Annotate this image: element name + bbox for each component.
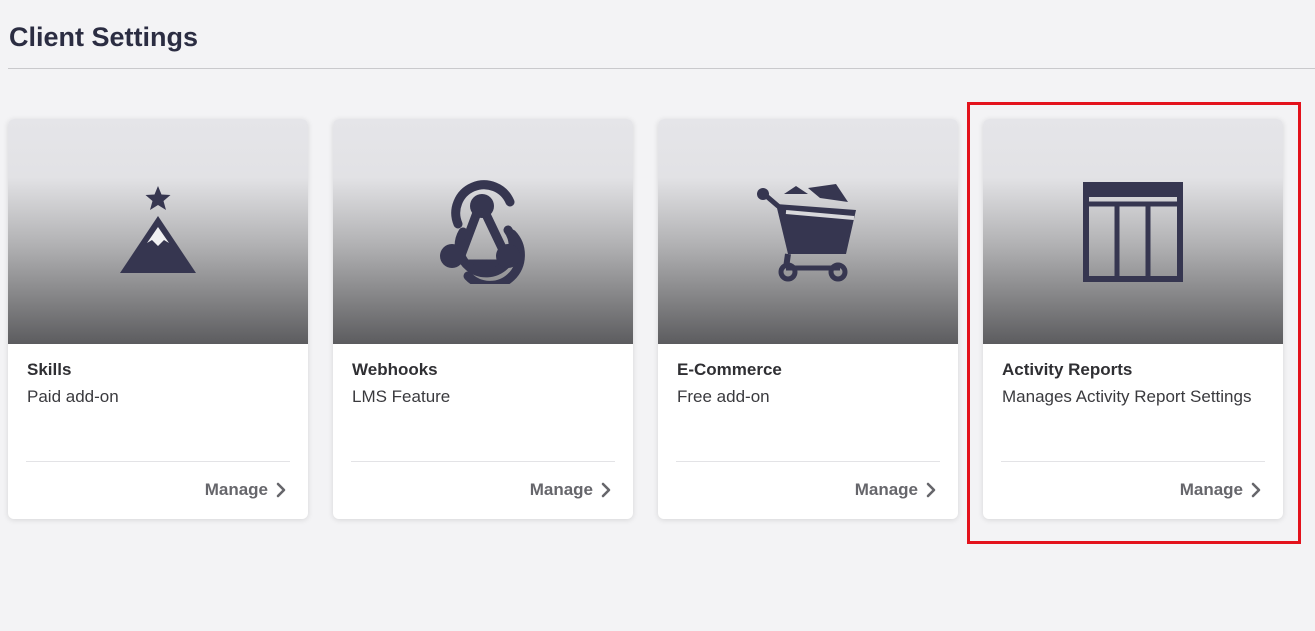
card-title: Webhooks	[352, 360, 438, 379]
card-hero	[658, 119, 958, 344]
mountain-star-icon	[118, 182, 198, 282]
highlight-box	[967, 102, 1301, 544]
card-separator	[676, 461, 940, 462]
card-separator	[26, 461, 290, 462]
page-title: Client Settings	[9, 22, 199, 52]
card-title: Skills	[27, 360, 72, 379]
title-divider	[8, 68, 1315, 69]
shopping-cart-icon	[756, 182, 860, 282]
card-webhooks: Webhooks LMS Feature Manage	[333, 119, 633, 519]
webhook-icon	[428, 179, 538, 284]
card-subtitle: Paid add-on	[27, 387, 119, 406]
card-separator	[351, 461, 615, 462]
card-title: E-Commerce	[677, 360, 782, 379]
chevron-right-icon	[276, 482, 286, 498]
manage-label: Manage	[854, 480, 918, 499]
card-skills: Skills Paid add-on Manage	[8, 119, 308, 519]
manage-label: Manage	[529, 480, 593, 499]
manage-button-ecommerce[interactable]: Manage	[855, 480, 936, 500]
manage-label: Manage	[204, 480, 268, 499]
chevron-right-icon	[601, 482, 611, 498]
card-hero	[333, 119, 633, 344]
card-ecommerce: E-Commerce Free add-on Manage	[658, 119, 958, 519]
manage-button-webhooks[interactable]: Manage	[530, 480, 611, 500]
card-hero	[8, 119, 308, 344]
card-subtitle: Free add-on	[677, 387, 770, 406]
chevron-right-icon	[926, 482, 936, 498]
card-subtitle: LMS Feature	[352, 387, 451, 406]
manage-button-skills[interactable]: Manage	[205, 480, 286, 500]
